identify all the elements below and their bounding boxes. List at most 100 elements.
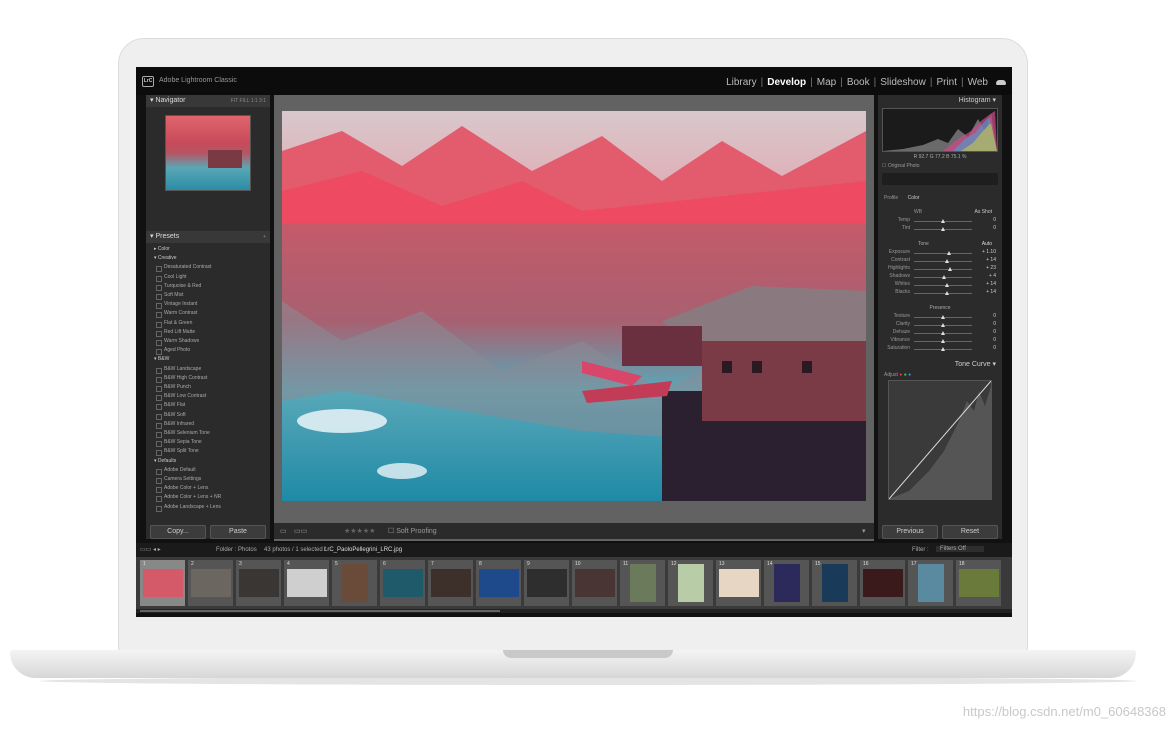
preset-item[interactable]: Cool Light (150, 273, 266, 282)
histogram-header[interactable]: Histogram ▾ (878, 95, 1002, 106)
slider-value[interactable]: 0 (993, 225, 996, 231)
slider-knob[interactable] (941, 219, 945, 223)
cloud-icon[interactable] (996, 80, 1006, 85)
filmstrip-thumbnail[interactable]: 17 (908, 560, 953, 606)
navigator-preview[interactable] (165, 115, 251, 191)
profile-row[interactable]: Profile Color (878, 195, 1002, 201)
slider-knob[interactable] (941, 331, 945, 335)
green-channel-icon[interactable]: ● (904, 372, 907, 378)
slider-exposure[interactable]: Exposure + 1.10 (878, 249, 1002, 257)
slider-track[interactable] (914, 285, 972, 286)
module-map[interactable]: Map (813, 77, 840, 88)
module-print[interactable]: Print (932, 77, 961, 88)
red-channel-icon[interactable]: ● (899, 372, 902, 378)
preset-group[interactable]: ▾ Defaults (150, 457, 266, 466)
paste-button[interactable]: Paste (210, 525, 266, 539)
add-preset-icon[interactable]: + (263, 231, 266, 243)
preset-item[interactable]: B&W Landscape (150, 365, 266, 374)
tool-strip[interactable] (882, 173, 998, 185)
selected-filename[interactable]: LrC_PaoloPellegrini_LRC.jpg (324, 547, 402, 553)
preset-group[interactable]: ▾ B&W (150, 355, 266, 364)
module-book[interactable]: Book (843, 77, 874, 88)
slider-value[interactable]: + 14 (986, 289, 996, 295)
toolbar-menu-icon[interactable]: ▾ (862, 527, 866, 535)
slider-knob[interactable] (941, 315, 945, 319)
soft-proofing-checkbox[interactable]: ☐ Soft Proofing (388, 527, 437, 535)
preset-item[interactable]: Adobe Color + Lens (150, 484, 266, 494)
filmstrip-thumbnail[interactable]: 12 (668, 560, 713, 606)
slider-value[interactable]: + 14 (986, 281, 996, 287)
filmstrip-thumbnail[interactable]: 3 (236, 560, 281, 606)
loupe-view-icon[interactable]: ▭ (280, 527, 287, 535)
filmstrip-scrollbar[interactable] (136, 609, 1012, 613)
slider-whites[interactable]: Whites + 14 (878, 281, 1002, 289)
filmstrip-thumbnail[interactable]: 4 (284, 560, 329, 606)
filmstrip-thumbnail[interactable]: 18 (956, 560, 1001, 606)
preset-item[interactable]: B&W Flat (150, 401, 266, 411)
slider-contrast[interactable]: Contrast + 14 (878, 257, 1002, 265)
preset-item[interactable]: Adobe Default (150, 466, 266, 476)
slider-value[interactable]: 0 (993, 321, 996, 327)
slider-value[interactable]: + 4 (989, 273, 996, 279)
slider-temp[interactable]: Temp 0 (878, 217, 1002, 225)
filmstrip-thumbnail[interactable]: 13 (716, 560, 761, 606)
navigator-header[interactable]: ▾ Navigator FIT FILL 1:1 3:1 (146, 95, 270, 107)
preset-item[interactable]: B&W Low Contrast (150, 392, 266, 402)
original-photo-checkbox[interactable]: ☐ Original Photo (878, 163, 1002, 169)
preset-item[interactable]: Warm Contrast (150, 309, 266, 319)
slider-track[interactable] (914, 253, 972, 254)
slider-track[interactable] (914, 293, 972, 294)
filmstrip-thumbnail[interactable]: 1 (140, 560, 185, 606)
slider-knob[interactable] (945, 283, 950, 287)
slider-blacks[interactable]: Blacks + 14 (878, 289, 1002, 297)
slider-value[interactable]: 0 (993, 345, 996, 351)
reset-button[interactable]: Reset (942, 525, 998, 539)
preset-item[interactable]: Turquoise & Red (150, 282, 266, 292)
wb-row[interactable]: WB As Shot (878, 209, 1002, 217)
slider-clarity[interactable]: Clarity 0 (878, 321, 1002, 329)
previous-button[interactable]: Previous (882, 525, 938, 539)
filmstrip-thumbnail[interactable]: 14 (764, 560, 809, 606)
slider-track[interactable] (914, 261, 972, 262)
filmstrip-scroll-thumb[interactable] (140, 610, 500, 612)
slider-shadows[interactable]: Shadows + 4 (878, 273, 1002, 281)
preset-item[interactable]: B&W Split Tone (150, 447, 266, 457)
module-library[interactable]: Library (722, 77, 761, 88)
slider-value[interactable]: 0 (993, 329, 996, 335)
filmstrip-thumbnail[interactable]: 7 (428, 560, 473, 606)
folder-source[interactable]: Folder : Photos (216, 547, 257, 553)
before-after-icon[interactable]: ▭▭ (294, 527, 307, 535)
slider-value[interactable]: + 1.10 (982, 249, 996, 255)
preset-item[interactable]: B&W Selenium Tone (150, 429, 266, 439)
preset-item[interactable]: Desaturated Contrast (150, 263, 266, 273)
filmstrip-thumbnail[interactable]: 5 (332, 560, 377, 606)
preset-item[interactable]: B&W Infrared (150, 420, 266, 430)
slider-track[interactable] (914, 269, 972, 270)
histogram-graph[interactable] (882, 108, 998, 152)
preset-item[interactable]: Vintage Instant (150, 300, 266, 310)
slider-value[interactable]: + 23 (986, 265, 996, 271)
filmstrip-thumbnail[interactable]: 6 (380, 560, 425, 606)
preset-group[interactable]: ▾ Creative (150, 254, 266, 263)
tone-curve-graph[interactable] (888, 380, 992, 500)
filmstrip-thumbnail[interactable]: 15 (812, 560, 857, 606)
preset-item[interactable]: Flat & Green (150, 319, 266, 328)
slider-knob[interactable] (942, 275, 947, 279)
slider-knob[interactable] (947, 267, 952, 271)
slider-vibrance[interactable]: Vibrance 0 (878, 337, 1002, 345)
preset-item[interactable]: B&W High Contrast (150, 374, 266, 384)
preset-item[interactable]: Aged Photo (150, 346, 266, 356)
slider-knob[interactable] (941, 339, 945, 343)
filmstrip-thumbnail[interactable]: 8 (476, 560, 521, 606)
preset-item[interactable]: B&W Soft (150, 411, 266, 420)
screen-toggle-icon[interactable]: ▭▭ ◂ ▸ (140, 546, 161, 553)
filmstrip-thumbnail[interactable]: 9 (524, 560, 569, 606)
preset-item[interactable]: Red Lift Matte (150, 328, 266, 338)
filter-select[interactable]: Filters Off (936, 546, 984, 552)
slider-knob[interactable] (941, 347, 945, 351)
module-web[interactable]: Web (964, 77, 992, 88)
slider-saturation[interactable]: Saturation 0 (878, 345, 1002, 353)
preset-item[interactable]: B&W Sepia Tone (150, 438, 266, 448)
slider-value[interactable]: 0 (993, 337, 996, 343)
module-develop[interactable]: Develop (763, 77, 810, 88)
